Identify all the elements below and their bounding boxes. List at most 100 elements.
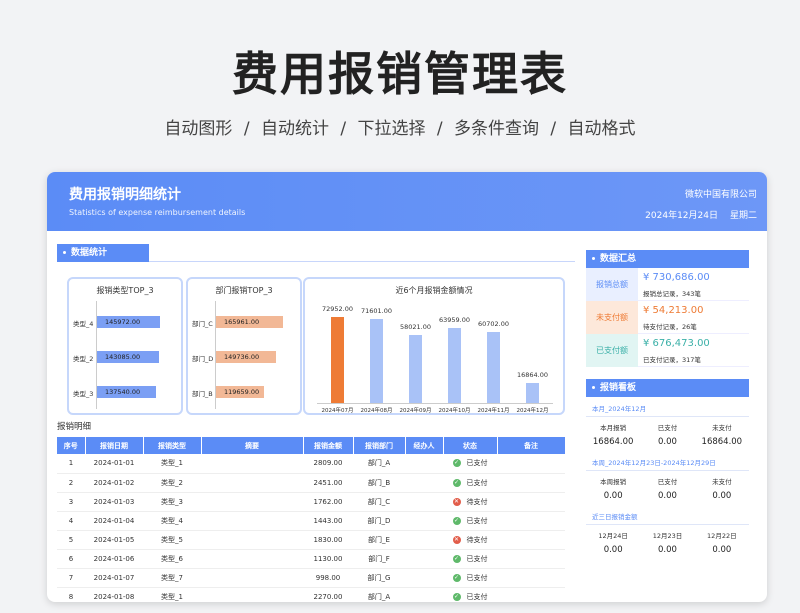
table-cell: 2024-01-07 — [85, 568, 143, 588]
top3-row: 部门_D 149736.00 — [188, 351, 300, 363]
column-header[interactable]: 摘要 — [201, 437, 304, 454]
top3-label: 部门_C — [192, 320, 213, 328]
status-cell: ✓ 已支付 — [443, 587, 497, 602]
chart-category-label: 2024年10月 — [438, 408, 471, 414]
table-cell — [405, 568, 443, 588]
type-top3-panel: 报销类型TOP_3 类型_4 145972.00 类型_2 143085.00 类型_3… — [67, 277, 183, 415]
column-header[interactable]: 序号 — [57, 437, 86, 454]
table-cell — [405, 492, 443, 512]
stats-section-tag: 数据统计 — [57, 244, 149, 262]
column-header[interactable]: 报销部门 — [353, 437, 406, 454]
board-head-row: 12月24日 12月23日 12月22日 — [586, 525, 749, 540]
board-head: 未支付 — [712, 478, 732, 486]
summary-note: 待支付记录，26笔 — [643, 323, 697, 331]
summary-list: 报销总额 ¥ 730,686.00 报销总记录，343笔 未支付额 ¥ 54,213.0… — [586, 268, 749, 367]
column-header[interactable]: 经办人 — [405, 437, 444, 454]
column-header[interactable]: 状态 — [443, 437, 498, 454]
table-cell — [201, 492, 303, 512]
board-head: 12月22日 — [707, 532, 737, 540]
table-row[interactable]: 1 2024-01-01 类型_1 2809.00 部门_A ✓ 已支付 — [57, 454, 565, 474]
table-cell: 2024-01-08 — [85, 587, 143, 602]
chart-category-label: 2024年08月 — [360, 408, 393, 414]
table-cell: 3 — [57, 492, 85, 512]
table-cell: 6 — [57, 549, 85, 569]
table-cell: 1830.00 — [303, 530, 353, 550]
status-cell: ✕ 待支付 — [443, 492, 497, 512]
board-head: 已支付 — [657, 424, 678, 432]
table-cell — [201, 568, 303, 588]
banner-subtitle: Statistics of expense reimbursement deta… — [69, 208, 246, 217]
status-cell: ✓ 已支付 — [443, 511, 497, 531]
status-text: 已支付 — [466, 459, 488, 468]
summary-label: 已支付额 — [586, 334, 638, 367]
chart-category-label: 2024年07月 — [321, 408, 354, 414]
table-cell — [405, 454, 443, 474]
board-head: 12月23日 — [652, 532, 683, 540]
table-cell — [201, 549, 303, 569]
table-cell: 2451.00 — [303, 473, 353, 493]
table-cell: 2 — [57, 473, 85, 493]
table-cell: 1 — [57, 454, 85, 474]
status-text: 待支付 — [466, 535, 488, 544]
top3-label: 类型_4 — [73, 320, 94, 328]
column-header[interactable]: 报销类型 — [143, 437, 202, 454]
board-section-label: 本月_2024年12月 — [586, 397, 749, 417]
table-cell — [497, 454, 565, 474]
weekday: 星期二 — [729, 211, 757, 221]
top3-row: 部门_C 165961.00 — [188, 316, 300, 328]
summary-amount: ¥ 730,686.00 — [643, 272, 710, 283]
table-cell: 部门_B — [353, 473, 405, 493]
chart-category-label: 2024年11月 — [477, 408, 510, 414]
table-cell — [497, 511, 565, 531]
column-header[interactable]: 报销日期 — [85, 437, 144, 454]
status-text: 待支付 — [466, 497, 488, 506]
chart-baseline — [317, 403, 553, 404]
table-row[interactable]: 7 2024-01-07 类型_7 998.00 部门_G ✓ 已支付 — [57, 568, 565, 588]
cross-icon: ✕ — [452, 497, 461, 506]
chart-data-label: 63959.00 — [438, 316, 470, 324]
table-row[interactable]: 5 2024-01-05 类型_5 1830.00 部门_E ✕ 待支付 — [57, 530, 565, 550]
board-value: 0.00 — [603, 545, 623, 555]
table-row[interactable]: 2 2024-01-02 类型_2 2451.00 部门_B ✓ 已支付 — [57, 473, 565, 493]
table-cell — [201, 454, 303, 474]
status-cell: ✕ 待支付 — [443, 530, 497, 550]
hero-subtitle: 自动图形 / 自动统计 / 下拉选择 / 多条件查询 / 自动格式 — [164, 119, 636, 139]
table-cell: 2024-01-03 — [85, 492, 143, 512]
banner: 费用报销明细统计 Statistics of expense reimburse… — [47, 172, 767, 231]
chart-data-label: 72952.00 — [321, 305, 353, 313]
board-head: 12月24日 — [598, 532, 628, 540]
table-cell — [405, 473, 443, 493]
table-cell: 2024-01-04 — [85, 511, 143, 531]
status-text: 已支付 — [466, 573, 488, 582]
table-row[interactable]: 8 2024-01-08 类型_1 2270.00 部门_A ✓ 已支付 — [57, 587, 565, 602]
status-text: 已支付 — [466, 516, 488, 525]
table-row[interactable]: 6 2024-01-06 类型_6 1130.00 部门_F ✓ 已支付 — [57, 549, 565, 569]
board-value: 0.00 — [658, 491, 677, 501]
type-top3-title: 报销类型TOP_3 — [96, 286, 154, 295]
board-value: 0.00 — [603, 491, 623, 501]
table-row[interactable]: 4 2024-01-04 类型_4 1443.00 部门_D ✓ 已支付 — [57, 511, 565, 531]
table-cell: 类型_2 — [143, 473, 201, 493]
chart-bar — [487, 332, 500, 403]
right-panel: 数据汇总 报销总额 ¥ 730,686.00 报销总记录，343笔 未支付额 ¥ 54,… — [586, 250, 749, 559]
board-value: 16864.00 — [592, 437, 634, 447]
status-cell: ✓ 已支付 — [443, 454, 497, 474]
table-cell: 7 — [57, 568, 85, 588]
column-header[interactable]: 报销金额 — [303, 437, 354, 454]
check-icon: ✓ — [452, 478, 461, 487]
table-cell — [201, 587, 303, 602]
table-cell: 2270.00 — [303, 587, 353, 602]
top3-value: 143085.00 — [105, 353, 141, 361]
summary-label: 未支付额 — [586, 301, 638, 334]
status-cell: ✓ 已支付 — [443, 473, 497, 493]
table-cell: 部门_C — [353, 492, 405, 512]
table-cell: 2024-01-06 — [85, 549, 143, 569]
table-cell: 类型_6 — [143, 549, 201, 569]
table-cell: 类型_1 — [143, 587, 201, 602]
chart-category-label: 2024年09月 — [399, 408, 432, 414]
table-cell: 类型_3 — [143, 492, 201, 512]
left-panel: 数据统计 报销类型TOP_3 类型_4 145972.00 类型_2 143085.0… — [57, 244, 575, 602]
table-cell: 部门_E — [353, 530, 405, 550]
table-row[interactable]: 3 2024-01-03 类型_3 1762.00 部门_C ✕ 待支付 — [57, 492, 565, 512]
column-header[interactable]: 备注 — [497, 437, 566, 454]
